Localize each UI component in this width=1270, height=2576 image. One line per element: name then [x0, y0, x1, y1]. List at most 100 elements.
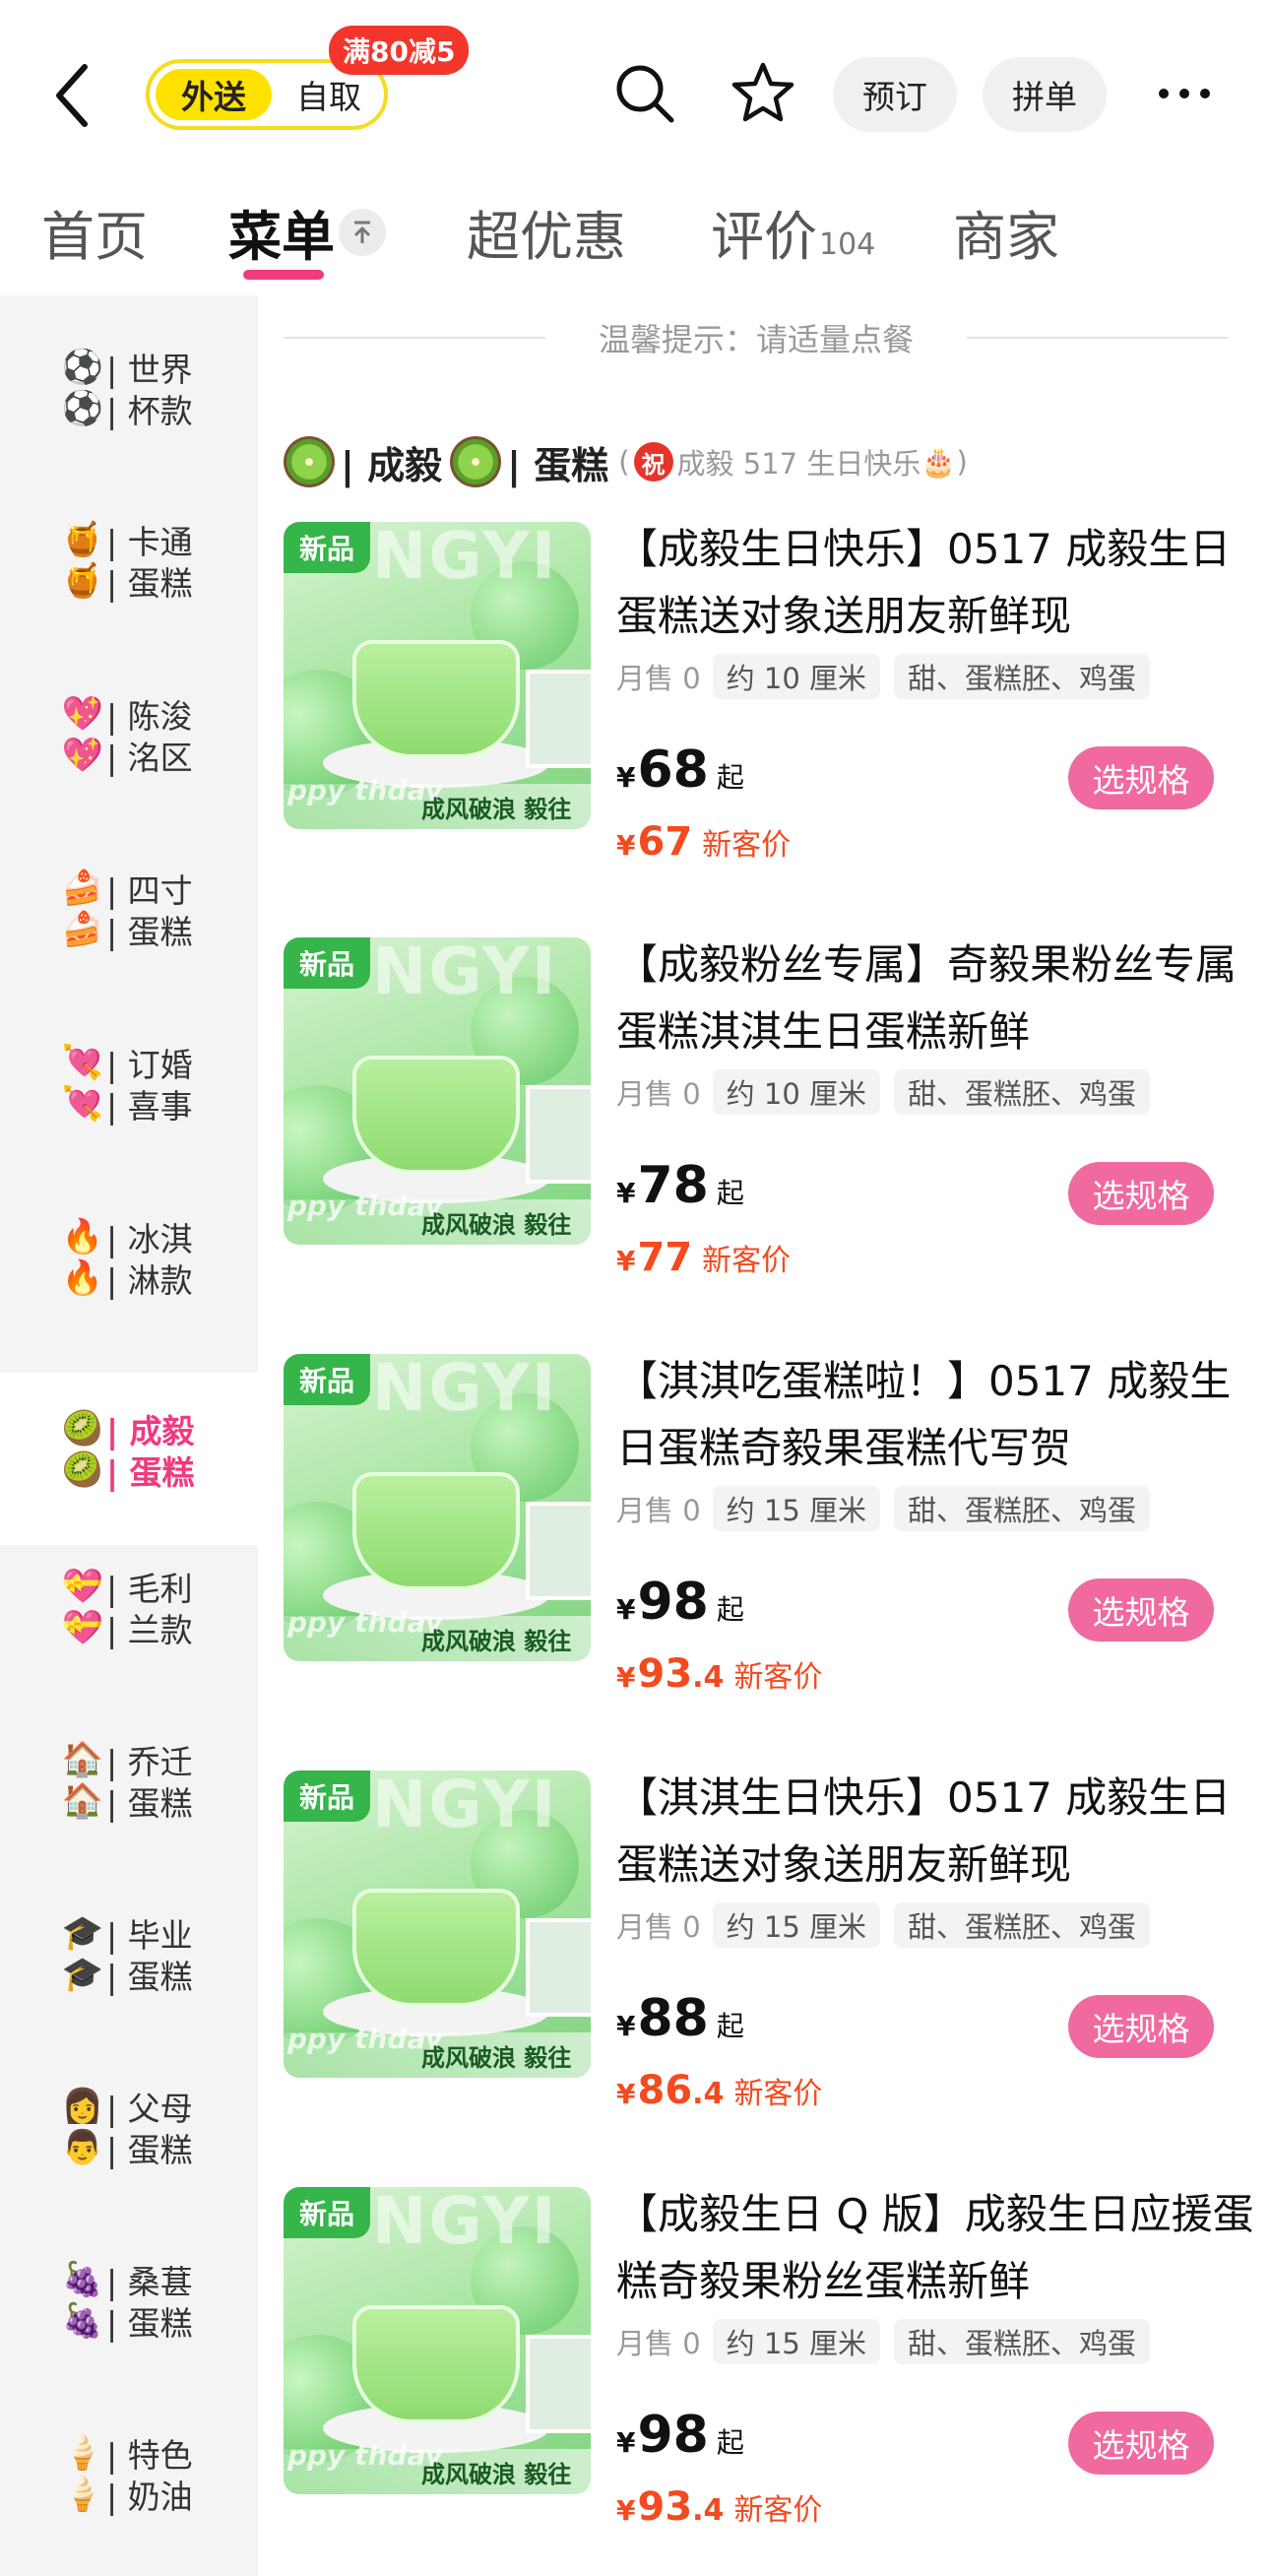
sidebar-item-label: | 蛋糕 [106, 1958, 193, 1996]
image-slogan: 成风破浪 毅往 [421, 2044, 572, 2072]
product-image[interactable]: NGYI ppy thday 成风破浪 毅往 新品 [284, 1771, 591, 2078]
sidebar-item-graduation[interactable]: 🎓 | 毕业 🎓 | 蛋糕 [0, 1861, 258, 2033]
product-meta: 月售 0 约 15 厘米 甜、蛋糕胚、鸡蛋 [616, 1902, 1164, 1948]
image-caption: ppy thday [287, 774, 443, 806]
product-card[interactable]: NGYI ppy thday 成风破浪 毅往 新品 【淇淇生日快乐】0517 成… [284, 1771, 1258, 2184]
note-paren-open: ( [618, 445, 630, 479]
select-spec-button[interactable]: 选规格 [1068, 2412, 1214, 2475]
new-price-dec: .4 [692, 1660, 725, 1695]
product-image[interactable]: NGYI ppy thday 成风破浪 毅往 新品 [284, 1354, 591, 1661]
select-spec-button[interactable]: 选规格 [1068, 1578, 1214, 1642]
new-customer-price: ¥ 93 .4 新客价 [616, 1651, 822, 1697]
sidebar-item-maltese[interactable]: 💝 | 毛利 💝 | 兰款 [0, 1514, 258, 1687]
reserve-button[interactable]: 预订 [833, 57, 957, 132]
select-spec-button[interactable]: 选规格 [1068, 746, 1214, 809]
delivery-option[interactable]: 外送 [156, 69, 272, 120]
new-customer-price: ¥ 67 新客价 [616, 819, 791, 865]
new-badge: 新品 [284, 937, 370, 989]
new-price-int: 93 [637, 2484, 693, 2530]
image-slogan: 成风破浪 毅往 [421, 2461, 572, 2488]
cake-slice-icon: 🍰 [61, 910, 104, 949]
back-arrow-icon[interactable] [49, 61, 98, 130]
house-icon: 🏠 [61, 1781, 104, 1821]
price-suffix: 起 [716, 1593, 744, 1626]
sidebar-item-label: | 蛋糕 [106, 1453, 195, 1492]
new-price-dec: .4 [692, 2077, 725, 2111]
size-tag: 约 15 厘米 [712, 1486, 881, 1531]
image-slogan: 成风破浪 毅往 [421, 1211, 572, 1239]
category-title-a: | 成毅 [341, 443, 443, 487]
sidebar-item-chen[interactable]: 💖 | 陈浚 💖 | 洺区 [0, 642, 258, 814]
sidebar-item-housewarming[interactable]: 🏠 | 乔迁 🏠 | 蛋糕 [0, 1688, 258, 1860]
product-title[interactable]: 【淇淇生日快乐】0517 成毅生日蛋糕送对象送朋友新鲜现 [616, 1765, 1256, 1899]
product-title[interactable]: 【成毅粉丝专属】奇毅果粉丝专属蛋糕淇淇生日蛋糕新鲜 [616, 932, 1256, 1065]
image-slogan: 成风破浪 毅往 [421, 1628, 572, 1655]
sidebar-item-label: | 喜事 [106, 1087, 193, 1126]
sidebar-item-engagement[interactable]: 💘 | 订婚 💘 | 喜事 [0, 991, 258, 1163]
sidebar-item-world-cup[interactable]: ⚽ | 世界 ⚽ | 杯款 [0, 295, 258, 468]
tab-merchant[interactable]: 商家 [953, 187, 1059, 276]
currency-symbol: ¥ [616, 1661, 636, 1694]
product-meta: 月售 0 约 10 厘米 甜、蛋糕胚、鸡蛋 [616, 654, 1164, 699]
image-caption: ppy thday [287, 2439, 443, 2472]
product-title[interactable]: 【淇淇吃蛋糕啦！】0517 成毅生日蛋糕奇毅果蛋糕代写贺 [616, 1348, 1256, 1482]
ingredient-tag: 甜、蛋糕胚、鸡蛋 [894, 654, 1151, 699]
sidebar-item-label: | 奶油 [106, 2478, 193, 2516]
currency-symbol: ¥ [616, 2010, 636, 2042]
image-slogan: 成风破浪 毅往 [421, 796, 572, 823]
new-badge: 新品 [284, 2187, 370, 2238]
product-image[interactable]: NGYI ppy thday 成风破浪 毅往 新品 [284, 937, 591, 1245]
kiwi-icon [284, 436, 335, 487]
tab-home[interactable]: 首页 [41, 187, 148, 276]
product-image[interactable]: NGYI ppy thday 成风破浪 毅往 新品 [284, 2187, 591, 2494]
sidebar-item-mulberry[interactable]: 🍇 | 桑葚 🍇 | 蛋糕 [0, 2208, 258, 2380]
new-customer-label: 新客价 [702, 1244, 792, 1278]
category-note: ( 祝 成毅 517 生日快乐 🎂 ) [618, 441, 968, 483]
select-spec-button[interactable]: 选规格 [1068, 1995, 1214, 2058]
product-card[interactable]: NGYI ppy thday 成风破浪 毅往 新品 【成毅生日快乐】0517 成… [284, 522, 1258, 935]
sidebar-item-cartoon[interactable]: 🍯 | 卡通 🍯 | 蛋糕 [0, 468, 258, 640]
sidebar-item-parents[interactable]: 👩 | 父母 👨 | 蛋糕 [0, 2034, 258, 2207]
product-meta: 月售 0 约 10 厘米 甜、蛋糕胚、鸡蛋 [616, 1069, 1164, 1115]
sidebar-item-label: | 陈浚 [106, 697, 193, 736]
more-options-icon[interactable] [1150, 59, 1219, 128]
price-suffix: 起 [716, 761, 744, 794]
pickup-option[interactable]: 自取 [280, 69, 378, 120]
sidebar-item-cream[interactable]: 🍦 | 特色 🍦 | 奶油 [0, 2381, 258, 2553]
sidebar-item-four-inch[interactable]: 🍰 | 四寸 🍰 | 蛋糕 [0, 816, 258, 989]
category-title-b: | 蛋糕 [507, 443, 609, 487]
tab-menu[interactable]: 菜单 [228, 187, 335, 276]
sidebar-item-label: | 蛋糕 [106, 2304, 193, 2343]
product-title[interactable]: 【成毅生日 Q 版】成毅生日应援蛋糕奇毅果粉丝蛋糕新鲜 [616, 2181, 1256, 2315]
search-icon[interactable] [610, 59, 679, 128]
sidebar-item-label: | 冰淇 [106, 1220, 193, 1258]
sidebar-item-label: | 蛋糕 [106, 2131, 193, 2169]
select-spec-button[interactable]: 选规格 [1068, 1162, 1214, 1225]
currency-symbol: ¥ [616, 2078, 636, 2110]
product-image[interactable]: NGYI ppy thday 成风破浪 毅往 新品 [284, 522, 591, 829]
product-card[interactable]: NGYI ppy thday 成风破浪 毅往 新品 【成毅生日 Q 版】成毅生日… [284, 2187, 1258, 2576]
star-favorite-icon[interactable] [729, 59, 797, 128]
new-price-dec: .4 [692, 2493, 725, 2528]
currency-symbol: ¥ [616, 2494, 636, 2527]
fire-icon: 🔥 [61, 1217, 104, 1256]
top-bar: 外送 自取 满80减5 预订 拼单 [0, 0, 1270, 187]
gift-heart-icon: 💝 [61, 1567, 104, 1606]
tab-reviews[interactable]: 评价 104 [711, 187, 875, 276]
group-order-button[interactable]: 拼单 [983, 57, 1107, 132]
review-count: 104 [819, 227, 876, 262]
grapes-icon: 🍇 [61, 2301, 104, 2341]
ingredient-tag: 甜、蛋糕胚、鸡蛋 [894, 1486, 1151, 1531]
price: ¥ 78 起 [616, 1156, 744, 1215]
store-tabs: 首页 菜单 超优惠 评价 104 商家 [0, 187, 1270, 295]
divider [967, 337, 1230, 339]
product-title[interactable]: 【成毅生日快乐】0517 成毅生日蛋糕送对象送朋友新鲜现 [616, 516, 1256, 650]
tab-deals[interactable]: 超优惠 [467, 187, 626, 276]
price-suffix: 起 [716, 2010, 744, 2042]
sidebar-item-ice-cream[interactable]: 🔥 | 冰淇 🔥 | 淋款 [0, 1165, 258, 1337]
monthly-sales: 月售 0 [616, 1910, 701, 1944]
product-card[interactable]: NGYI ppy thday 成风破浪 毅往 新品 【淇淇吃蛋糕啦！】0517 … [284, 1354, 1258, 1768]
product-card[interactable]: NGYI ppy thday 成风破浪 毅往 新品 【成毅粉丝专属】奇毅果粉丝专… [284, 937, 1258, 1351]
monthly-sales: 月售 0 [616, 662, 701, 695]
size-tag: 约 10 厘米 [712, 654, 881, 699]
